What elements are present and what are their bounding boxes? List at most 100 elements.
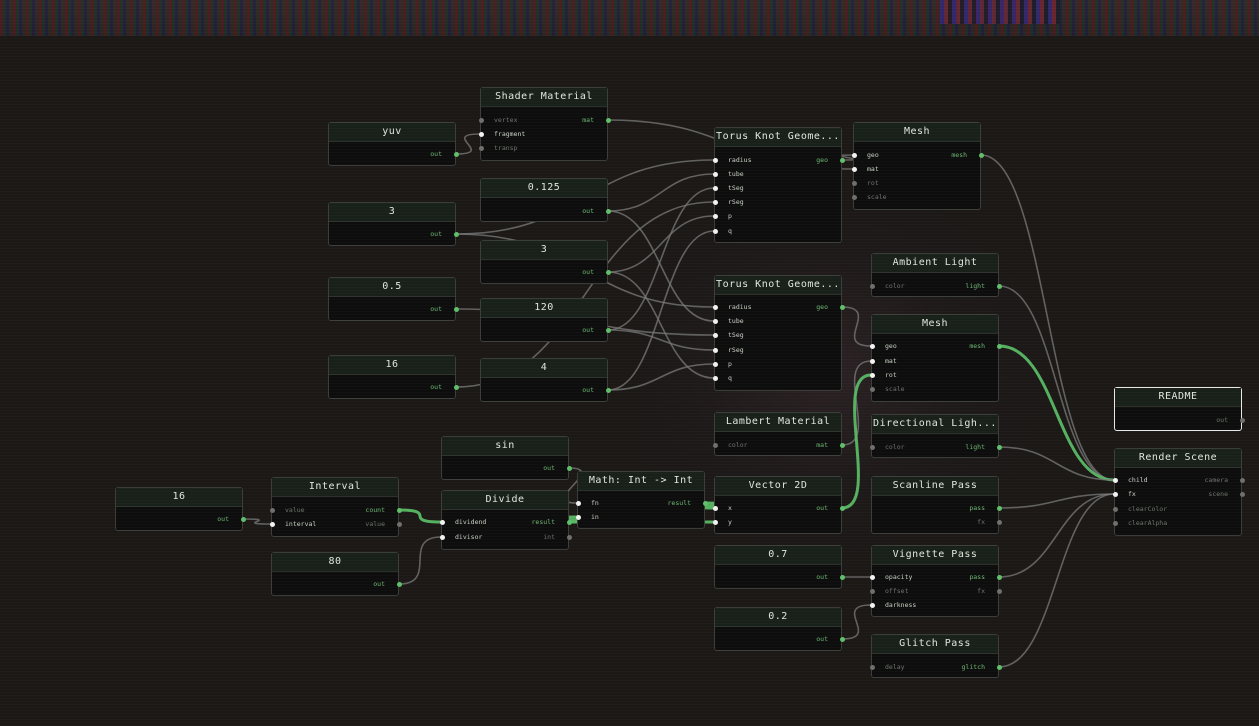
wire-glitch-pass-glitch-to-render-scene-fx[interactable]: [998, 493, 1115, 668]
input-port-opacity[interactable]: opacity: [885, 573, 912, 581]
input-socket[interactable]: [712, 185, 718, 191]
output-port-fx[interactable]: fx: [977, 518, 985, 526]
input-port-scale[interactable]: scale: [885, 385, 905, 393]
output-port-out[interactable]: out: [430, 305, 442, 313]
output-socket[interactable]: [996, 574, 1002, 580]
input-socket[interactable]: [575, 500, 581, 506]
input-socket[interactable]: [869, 372, 875, 378]
output-port-out[interactable]: out: [582, 207, 594, 215]
output-socket[interactable]: [839, 304, 845, 310]
wire-value-16b-out-to-interval-interval[interactable]: [242, 518, 272, 525]
input-port-q[interactable]: q: [728, 374, 732, 382]
input-socket[interactable]: [269, 521, 275, 527]
node-render-scene[interactable]: Render Scene child fx clearColor clearAlpha c…: [1112, 448, 1245, 536]
input-port-rot[interactable]: rot: [885, 371, 897, 379]
input-port-geo[interactable]: geo: [867, 151, 879, 159]
output-port-mesh[interactable]: mesh: [951, 151, 967, 159]
output-socket[interactable]: [566, 519, 572, 525]
input-socket[interactable]: [575, 514, 581, 520]
output-port-light[interactable]: light: [965, 443, 985, 451]
node-value-02[interactable]: 0.2 out: [714, 607, 845, 651]
output-port-geo[interactable]: geo: [816, 303, 828, 311]
input-socket[interactable]: [869, 343, 875, 349]
node-lambert-material[interactable]: Lambert Material color mat: [712, 412, 845, 456]
output-port-mat[interactable]: mat: [582, 116, 594, 124]
input-socket[interactable]: [851, 180, 857, 186]
node-value-3b[interactable]: 3 out: [480, 240, 611, 284]
wire-torus-2-geo-to-mesh-2-geo[interactable]: [841, 306, 872, 347]
node-value-80[interactable]: 80 out: [271, 552, 402, 596]
node-value-07[interactable]: 0.7 out: [714, 545, 845, 589]
node-torus-1[interactable]: Torus Knot Geome... radius tube tSeg rSeg p q g…: [712, 127, 845, 243]
wire-vignette-pass-pass-to-render-scene-fx[interactable]: [998, 493, 1115, 578]
output-socket[interactable]: [839, 636, 845, 642]
node-value-05[interactable]: 0.5 out: [328, 277, 459, 321]
input-port-rseg[interactable]: rSeg: [728, 198, 744, 206]
input-socket[interactable]: [869, 283, 875, 289]
wire-yuv-out-to-shader-material-fragment[interactable]: [455, 133, 481, 155]
output-port-geo[interactable]: geo: [816, 156, 828, 164]
node-value-16b[interactable]: 16 out: [115, 487, 246, 531]
output-port-result[interactable]: result: [668, 499, 691, 507]
input-port-interval[interactable]: interval: [285, 520, 316, 528]
input-socket[interactable]: [1112, 491, 1118, 497]
node-mesh-1[interactable]: Mesh geo mat rot scale mesh: [851, 122, 984, 210]
input-socket[interactable]: [712, 228, 718, 234]
output-port-scene[interactable]: scene: [1208, 490, 1228, 498]
input-port-fx[interactable]: fx: [1128, 490, 1136, 498]
input-port-color[interactable]: color: [885, 282, 905, 290]
output-socket[interactable]: [453, 384, 459, 390]
wire-interval-count-to-divide-dividend[interactable]: [398, 508, 442, 524]
output-socket[interactable]: [605, 327, 611, 333]
input-port-child[interactable]: child: [1128, 476, 1148, 484]
wire-mesh-2-mesh-to-render-scene-child[interactable]: [998, 344, 1115, 482]
output-socket[interactable]: [396, 581, 402, 587]
input-socket[interactable]: [478, 131, 484, 137]
output-socket[interactable]: [566, 534, 572, 540]
input-socket[interactable]: [712, 519, 718, 525]
output-socket[interactable]: [996, 664, 1002, 670]
input-port-scale[interactable]: scale: [867, 193, 887, 201]
node-vector-2d[interactable]: Vector 2D x y out: [712, 476, 845, 534]
input-socket[interactable]: [869, 588, 875, 594]
input-socket[interactable]: [712, 157, 718, 163]
input-port-y[interactable]: y: [728, 518, 732, 526]
node-sin[interactable]: sin out: [441, 436, 572, 480]
input-port-tube[interactable]: tube: [728, 317, 744, 325]
node-scanline-pass[interactable]: Scanline Pass pass fx: [871, 476, 1002, 534]
output-socket[interactable]: [605, 117, 611, 123]
input-port-q[interactable]: q: [728, 227, 732, 235]
input-socket[interactable]: [851, 166, 857, 172]
input-socket[interactable]: [712, 361, 718, 367]
input-socket[interactable]: [869, 358, 875, 364]
node-value-3a[interactable]: 3 out: [328, 202, 459, 246]
output-socket[interactable]: [839, 157, 845, 163]
output-socket[interactable]: [996, 505, 1002, 511]
input-socket[interactable]: [712, 318, 718, 324]
input-port-divisor[interactable]: divisor: [455, 533, 482, 541]
node-value-4[interactable]: 4 out: [480, 358, 611, 402]
output-port-fx[interactable]: fx: [977, 587, 985, 595]
output-port-out[interactable]: out: [430, 383, 442, 391]
input-socket[interactable]: [869, 602, 875, 608]
output-socket[interactable]: [839, 574, 845, 580]
output-socket[interactable]: [1239, 477, 1245, 483]
input-socket[interactable]: [712, 304, 718, 310]
output-socket[interactable]: [566, 465, 572, 471]
output-socket[interactable]: [1239, 417, 1245, 423]
output-socket[interactable]: [396, 507, 402, 513]
output-port-out[interactable]: out: [430, 230, 442, 238]
output-socket[interactable]: [996, 588, 1002, 594]
input-port-darkness[interactable]: darkness: [885, 601, 916, 609]
wire-value-0125-out-to-torus-2-tube[interactable]: [607, 210, 715, 322]
input-socket[interactable]: [712, 442, 718, 448]
input-port-mat[interactable]: mat: [885, 357, 897, 365]
output-port-out[interactable]: out: [816, 635, 828, 643]
wire-value-4-out-to-torus-2-p[interactable]: [607, 363, 715, 391]
output-socket[interactable]: [996, 519, 1002, 525]
wire-value-80-out-to-divide-divisor[interactable]: [398, 536, 442, 585]
output-socket[interactable]: [453, 151, 459, 157]
input-port-tseg[interactable]: tSeg: [728, 184, 744, 192]
output-socket[interactable]: [605, 208, 611, 214]
input-port-vertex[interactable]: vertex: [494, 116, 517, 124]
